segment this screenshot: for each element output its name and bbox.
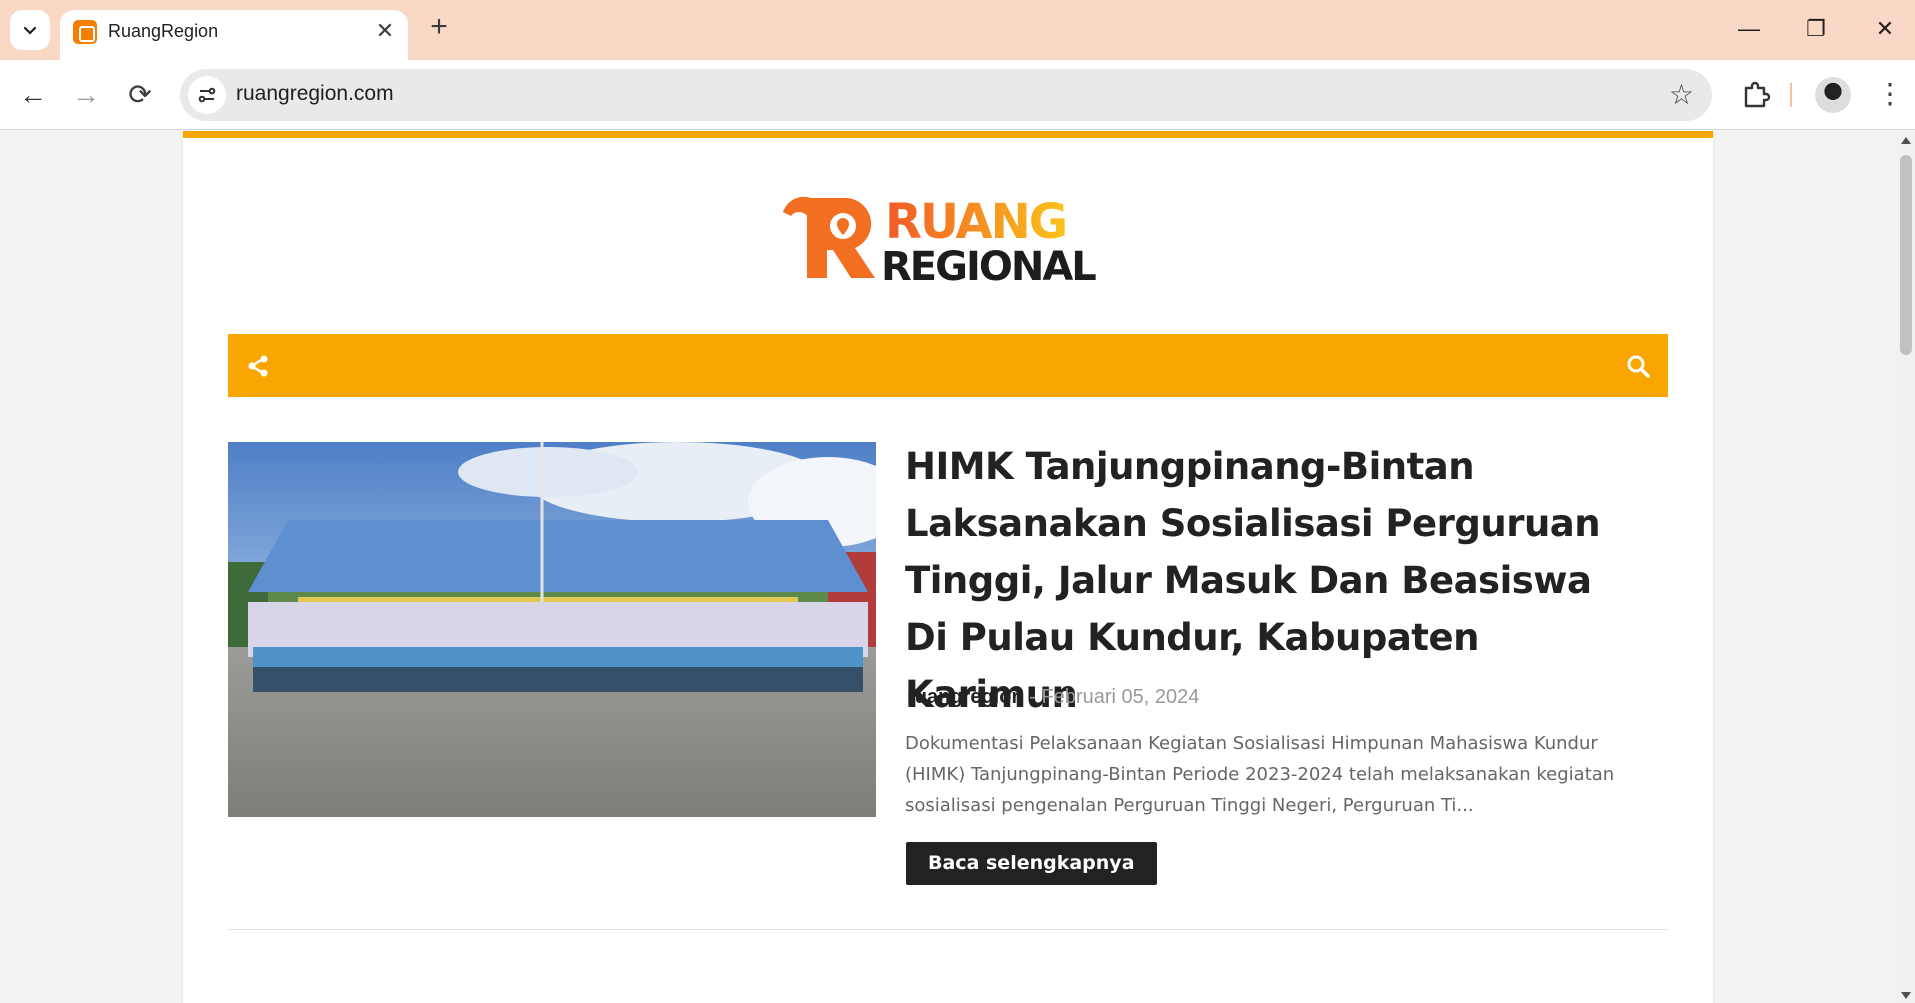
read-more-button[interactable]: Baca selengkapnya (906, 842, 1157, 885)
meta-separator: - (1023, 686, 1042, 708)
url-text[interactable]: ruangregion.com (236, 82, 394, 106)
tab-strip: RuangRegion ✕ + — ❐ ✕ (0, 0, 1915, 60)
forward-button[interactable]: → (68, 77, 104, 113)
close-window-button[interactable]: ✕ (1865, 14, 1905, 44)
chevron-down-icon (23, 26, 37, 35)
browser-menu-button[interactable]: ⋮ (1876, 76, 1904, 112)
logo-text-bottom: REGIONAL (881, 244, 1096, 288)
browser-toolbar: ← → ⟳ ruangregion.com ☆ ⋮ (0, 60, 1915, 130)
extensions-puzzle-icon[interactable] (1740, 78, 1772, 110)
toolbar-separator (1790, 83, 1792, 107)
scrollbar-thumb[interactable] (1900, 155, 1912, 355)
share-icon[interactable] (246, 354, 270, 378)
tab-title: RuangRegion (108, 21, 219, 41)
scroll-up-arrow-icon[interactable] (1901, 137, 1911, 144)
search-icon[interactable] (1626, 354, 1650, 378)
blog-container: RUANG REGIONAL HIMK Tanjungpinang-Bintan… (183, 131, 1713, 1003)
blogger-favicon-icon (73, 20, 97, 44)
back-button[interactable]: ← (15, 77, 51, 113)
scroll-down-arrow-icon[interactable] (1901, 992, 1911, 999)
new-tab-button[interactable]: + (424, 12, 454, 42)
site-logo[interactable]: RUANG REGIONAL (781, 188, 1121, 288)
site-info-icon[interactable] (188, 76, 226, 114)
vertical-scrollbar[interactable] (1897, 131, 1915, 1003)
restore-button[interactable]: ❐ (1796, 14, 1836, 44)
post-date: Februari 05, 2024 (1041, 686, 1200, 708)
logo-text-top: RUANG (885, 194, 1066, 250)
main-navbar (228, 334, 1668, 397)
profile-avatar[interactable] (1815, 77, 1851, 113)
page-viewport: RUANG REGIONAL HIMK Tanjungpinang-Bintan… (0, 131, 1897, 1003)
reload-button[interactable]: ⟳ (122, 77, 158, 113)
minimize-button[interactable]: — (1729, 14, 1769, 44)
address-bar[interactable]: ruangregion.com ☆ (180, 69, 1712, 121)
tab-search-button[interactable] (10, 10, 50, 50)
close-tab-icon[interactable]: ✕ (372, 18, 398, 44)
post-divider (228, 929, 1668, 930)
post-excerpt: Dokumentasi Pelaksanaan Kegiatan Sosiali… (905, 733, 1615, 816)
post-meta: ruangregion - Februari 05, 2024 (907, 686, 1199, 709)
bookmark-star-icon[interactable]: ☆ (1669, 78, 1694, 111)
post-title-link[interactable]: HIMK Tanjungpinang-Bintan Laksanakan Sos… (905, 438, 1645, 723)
browser-tab[interactable]: RuangRegion ✕ (60, 10, 408, 60)
post-thumbnail-image[interactable] (228, 442, 876, 817)
post-author[interactable]: ruangregion (907, 686, 1024, 708)
